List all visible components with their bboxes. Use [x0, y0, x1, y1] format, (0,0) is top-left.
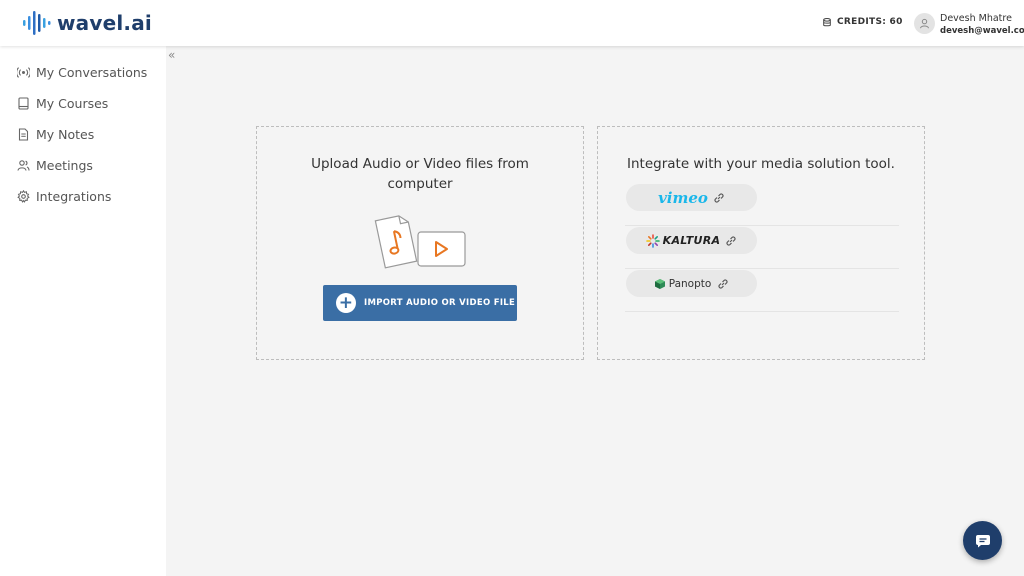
sidebar-item-label: Integrations [36, 189, 112, 204]
user-avatar[interactable] [914, 13, 935, 34]
people-icon [17, 160, 30, 171]
credits-label: CREDITS: 60 [837, 17, 903, 27]
document-icon [18, 128, 29, 141]
chat-icon [975, 534, 990, 547]
user-name: Devesh Mhatre [940, 13, 1012, 24]
sidebar: My Conversations My Courses My Notes Mee… [0, 46, 166, 576]
database-icon [823, 17, 831, 26]
sidebar-item-integrations[interactable]: Integrations [17, 189, 111, 204]
waveform-logo-icon [23, 11, 51, 35]
gear-icon [17, 190, 30, 203]
upload-title: Upload Audio or Video files from compute… [311, 156, 529, 192]
user-icon [920, 18, 929, 29]
sidebar-item-my-notes[interactable]: My Notes [17, 127, 94, 142]
sidebar-item-meetings[interactable]: Meetings [17, 158, 93, 173]
sidebar-item-label: My Notes [36, 127, 95, 142]
sidebar-item-my-courses[interactable]: My Courses [17, 96, 108, 111]
top-header: wavel.ai CREDITS: 60 Devesh Mhatre deves… [0, 0, 1024, 46]
link-icon [718, 278, 728, 289]
brand-logo[interactable]: wavel.ai [22, 9, 152, 37]
kaltura-burst-icon [645, 233, 660, 248]
book-icon [18, 97, 29, 110]
user-email: devesh@wavel.co [940, 26, 1024, 36]
integration-row-vimeo: vimeo [625, 183, 899, 226]
collapse-sidebar-button[interactable]: « [168, 48, 175, 62]
credits-indicator: CREDITS: 60 [823, 17, 903, 27]
media-files-icon [374, 215, 466, 269]
vimeo-logo: vimeo [658, 188, 708, 207]
kaltura-logo: KALTURA [662, 234, 721, 247]
sidebar-item-my-conversations[interactable]: My Conversations [17, 65, 147, 80]
broadcast-icon [17, 67, 30, 78]
sidebar-item-label: Meetings [36, 158, 93, 173]
integration-row-panopto: Panopto [625, 269, 899, 312]
user-info[interactable]: Devesh Mhatre devesh@wavel.co [940, 13, 1024, 37]
plus-icon: + [336, 293, 356, 313]
vimeo-integration-button[interactable]: vimeo [626, 184, 757, 211]
integration-row-kaltura: KALTURA [625, 226, 899, 269]
panopto-logo-icon [654, 278, 665, 289]
import-button-label: IMPORT AUDIO OR VIDEO FILE [364, 298, 516, 308]
link-icon [726, 235, 736, 246]
brand-name: wavel.ai [57, 11, 152, 35]
sidebar-item-label: My Courses [36, 96, 109, 111]
import-audio-video-button[interactable]: + IMPORT AUDIO OR VIDEO FILE [323, 285, 517, 321]
integrate-card: Integrate with your media solution tool.… [597, 126, 925, 360]
panopto-logo: Panopto [668, 277, 712, 290]
link-icon [714, 192, 724, 203]
sidebar-item-label: My Conversations [36, 65, 148, 80]
integrate-title: Integrate with your media solution tool. [627, 156, 895, 172]
chat-support-button[interactable] [963, 521, 1002, 560]
panopto-integration-button[interactable]: Panopto [626, 270, 757, 297]
kaltura-integration-button[interactable]: KALTURA [626, 227, 757, 254]
upload-card: Upload Audio or Video files from compute… [256, 126, 584, 360]
